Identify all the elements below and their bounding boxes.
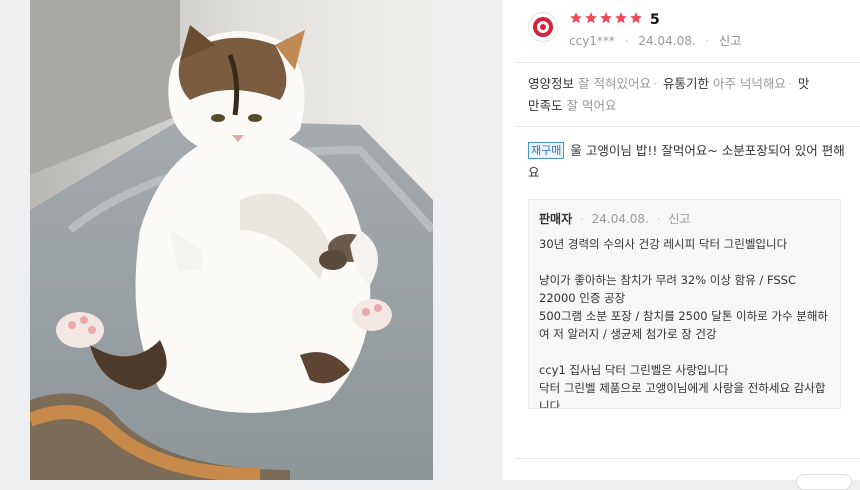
review-body: 재구매 울 고앵이님 밥!! 잘먹어요~ 소분포장되어 있어 편해요: [528, 140, 846, 184]
divider: [516, 62, 860, 63]
seller-reply-line: 30년 경력의 수의사 건강 레시피 닥터 그린벨입니다: [539, 237, 788, 251]
review-photo[interactable]: [30, 0, 433, 480]
seller-report-link[interactable]: 신고: [668, 212, 690, 226]
report-link[interactable]: 신고: [719, 34, 741, 48]
seller-reply-line: ccy1 집사님 닥터 그린벨은 사랑입니다: [539, 363, 729, 377]
star-icon: [600, 12, 612, 24]
review-date: 24.04.08.: [638, 34, 696, 48]
tag-label: 만족도: [528, 98, 563, 113]
tag-label: 유통기한: [662, 76, 709, 91]
review-panel: 5 ccy1*** · 24.04.08. · 신고 영양정보 잘 적혀있어요 ·…: [502, 0, 860, 490]
seller-reply-header: 판매자 · 24.04.08. · 신고: [539, 210, 830, 227]
seller-reply-line: [539, 343, 830, 361]
meta-separator: ·: [705, 34, 710, 48]
tag-label: 맛: [797, 76, 810, 91]
star-icon: [585, 12, 597, 24]
tag-value: 잘 먹어요: [566, 98, 617, 113]
seller-reply-line: [539, 253, 830, 271]
review-text: 울 고앵이님 밥!! 잘먹어요~ 소분포장되어 있어 편해요: [528, 143, 845, 180]
seller-reply-line: 닥터 그린벨 제품으로 고앵이님에게 사랑을 전하세요 감사합니다: [539, 381, 826, 409]
divider: [516, 458, 860, 459]
tag-separator: ·: [787, 76, 792, 91]
review-meta: ccy1*** · 24.04.08. · 신고: [569, 32, 741, 49]
tag-value: 잘 적혀있어요: [578, 76, 651, 91]
cat-photo-icon: [30, 0, 433, 480]
meta-separator: ·: [579, 212, 584, 226]
tag-value: 아주 넉넉해요: [712, 76, 786, 91]
meta-separator: ·: [624, 34, 629, 48]
seller-reply-line: 냥이가 좋아하는 참치가 무려 32% 이상 함유 / FSSC 22000 인…: [539, 273, 796, 305]
stars-row: [569, 10, 644, 29]
star-icon: [630, 12, 642, 24]
review-tags: 영양정보 잘 적혀있어요 · 유통기한 아주 넉넉해요 · 맛 만족도 잘 먹어요: [528, 73, 818, 117]
seller-reply-date: 24.04.08.: [591, 212, 649, 226]
seller-reply: 판매자 · 24.04.08. · 신고 30년 경력의 수의사 건강 레시피 …: [528, 199, 841, 409]
more-button[interactable]: [796, 474, 852, 490]
star-icon: [615, 12, 627, 24]
tag-separator: ·: [652, 76, 657, 91]
seller-reply-line: 500그램 소분 포장 / 참치를 2500 달톤 이하로 가수 분해하여 저 …: [539, 309, 829, 341]
star-icon: [570, 12, 582, 24]
seller-name: 판매자: [539, 212, 573, 226]
repurchase-badge: 재구매: [528, 142, 565, 159]
divider: [516, 126, 860, 127]
rating-value: 5: [650, 11, 660, 28]
profile-avatar[interactable]: [528, 12, 558, 42]
reviewer-name: ccy1***: [569, 34, 615, 48]
meta-separator: ·: [656, 212, 661, 226]
star-rating: 5: [569, 10, 660, 29]
brand-logo-icon: [533, 17, 553, 37]
tag-label: 영양정보: [528, 76, 575, 91]
